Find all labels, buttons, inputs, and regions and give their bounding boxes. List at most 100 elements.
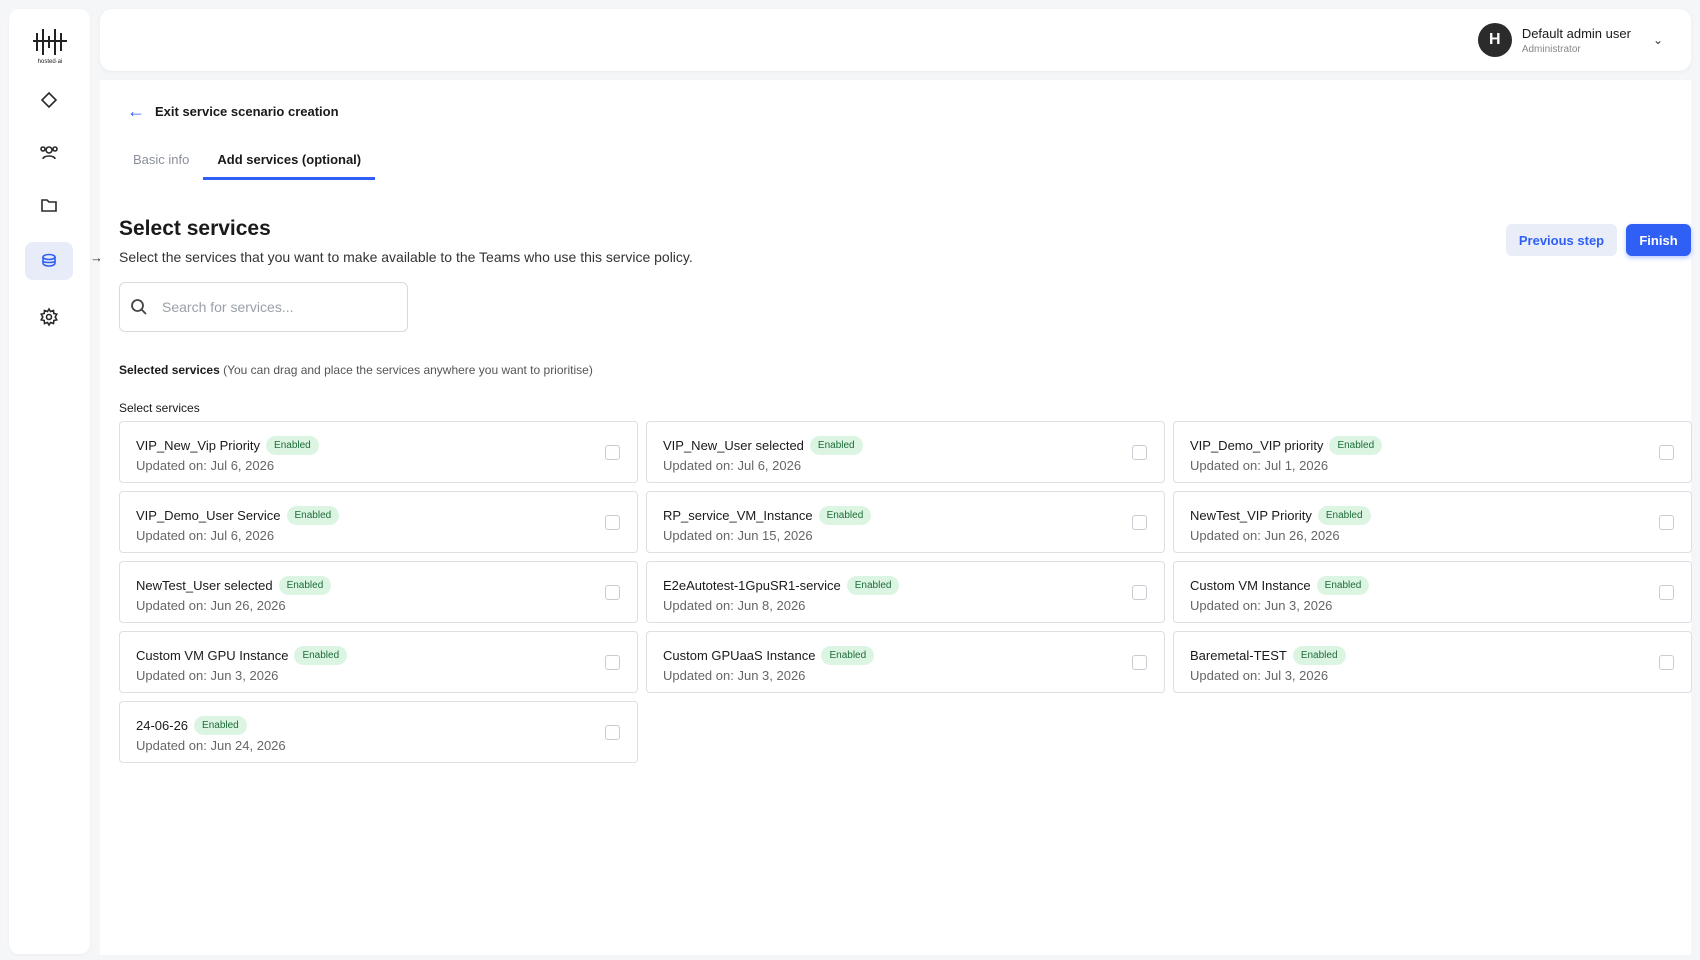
- updated-prefix: Updated on:: [1190, 458, 1261, 473]
- service-checkbox[interactable]: [1659, 445, 1674, 460]
- service-name-row: E2eAutotest-1GpuSR1-service Enabled: [663, 576, 1148, 595]
- updated-prefix: Updated on:: [663, 458, 734, 473]
- service-updated: Updated on: Jul 6, 2026: [663, 458, 1148, 473]
- service-updated: Updated on: Jun 24, 2026: [136, 738, 621, 753]
- service-checkbox[interactable]: [1132, 585, 1147, 600]
- gear-icon: [39, 307, 59, 327]
- avatar: H: [1477, 23, 1512, 57]
- service-name: VIP_Demo_VIP priority: [1190, 438, 1324, 453]
- status-badge: Enabled: [1316, 576, 1370, 595]
- service-checkbox[interactable]: [1659, 585, 1674, 600]
- service-name-row: VIP_New_User selected Enabled: [663, 436, 1148, 455]
- updated-prefix: Updated on:: [136, 598, 207, 613]
- select-services-label: Select services: [119, 401, 200, 415]
- service-checkbox[interactable]: [605, 585, 620, 600]
- service-card[interactable]: E2eAutotest-1GpuSR1-service Enabled Update…: [646, 561, 1165, 623]
- service-name: RP_service_VM_Instance: [663, 508, 813, 523]
- service-checkbox[interactable]: [605, 445, 620, 460]
- updated-date: Jun 3, 2026: [210, 668, 279, 683]
- service-card[interactable]: NewTest_User selected Enabled Updated on: …: [119, 561, 638, 623]
- status-badge: Enabled: [821, 646, 875, 665]
- status-badge: Enabled: [286, 506, 340, 525]
- status-badge: Enabled: [266, 436, 319, 455]
- updated-prefix: Updated on:: [663, 668, 734, 683]
- service-card[interactable]: VIP_Demo_User Service Enabled Updated on: …: [119, 491, 638, 553]
- service-checkbox[interactable]: [605, 655, 620, 670]
- service-card[interactable]: Baremetal-TEST Enabled Updated on: Jul 3, …: [1173, 631, 1692, 693]
- user-menu[interactable]: H Default admin user Administrator ⌄: [1477, 23, 1663, 57]
- service-checkbox[interactable]: [1659, 655, 1674, 670]
- service-card[interactable]: NewTest_VIP Priority Enabled Updated on: J…: [1173, 491, 1692, 553]
- chevron-down-icon[interactable]: ⌄: [1653, 33, 1663, 47]
- user-name: Default admin user: [1521, 25, 1631, 41]
- service-checkbox[interactable]: [1659, 515, 1674, 530]
- service-card[interactable]: Custom VM Instance Enabled Updated on: Jun…: [1173, 561, 1692, 623]
- tab-basic-info[interactable]: Basic info: [119, 152, 203, 180]
- sidebar: hosted·ai: [9, 9, 90, 954]
- nav-settings[interactable]: [25, 298, 73, 336]
- service-name: Custom VM Instance: [1190, 578, 1311, 593]
- service-card[interactable]: 24-06-26 Enabled Updated on: Jun 24, 2026: [119, 701, 638, 763]
- service-card[interactable]: VIP_Demo_VIP priority Enabled Updated on: …: [1173, 421, 1692, 483]
- status-badge: Enabled: [1329, 436, 1383, 455]
- service-updated: Updated on: Jun 3, 2026: [663, 668, 1148, 683]
- service-name-row: Custom VM Instance Enabled: [1190, 576, 1675, 595]
- service-checkbox[interactable]: [605, 725, 620, 740]
- logo-icon: [33, 29, 67, 55]
- updated-date: Jul 1, 2026: [1264, 458, 1329, 473]
- status-badge: Enabled: [294, 646, 348, 665]
- services-icon: [42, 253, 56, 267]
- nav-services[interactable]: [25, 242, 73, 280]
- selected-services-hint: (You can drag and place the services any…: [223, 363, 593, 377]
- service-updated: Updated on: Jul 3, 2026: [1190, 668, 1675, 683]
- service-card[interactable]: Custom VM GPU Instance Enabled Updated on:…: [119, 631, 638, 693]
- logo[interactable]: hosted·ai: [31, 27, 69, 73]
- tabs: Basic info Add services (optional): [119, 152, 376, 180]
- service-card[interactable]: VIP_New_User selected Enabled Updated on: …: [646, 421, 1165, 483]
- service-card[interactable]: VIP_New_Vip Priority Enabled Updated on: J…: [119, 421, 638, 483]
- service-updated: Updated on: Jul 6, 2026: [136, 458, 621, 473]
- service-checkbox[interactable]: [1132, 445, 1147, 460]
- nav-folder[interactable]: [25, 186, 73, 224]
- nav-teams[interactable]: [25, 133, 73, 171]
- previous-step-button[interactable]: Previous step: [1506, 224, 1617, 256]
- service-checkbox[interactable]: [1132, 515, 1147, 530]
- service-name: VIP_Demo_User Service: [136, 508, 281, 523]
- service-name: Baremetal-TEST: [1190, 648, 1287, 663]
- updated-date: Jul 6, 2026: [737, 458, 802, 473]
- service-checkbox[interactable]: [1132, 655, 1147, 670]
- search-icon: [131, 299, 147, 315]
- status-badge: Enabled: [278, 576, 332, 595]
- updated-date: Jul 3, 2026: [1264, 668, 1329, 683]
- service-name-row: VIP_New_Vip Priority Enabled: [136, 436, 621, 455]
- selected-services-title: Selected services: [119, 363, 220, 377]
- service-name-row: NewTest_VIP Priority Enabled: [1190, 506, 1675, 525]
- service-checkbox[interactable]: [605, 515, 620, 530]
- service-name-row: Custom VM GPU Instance Enabled: [136, 646, 621, 665]
- tab-add-services[interactable]: Add services (optional): [203, 152, 376, 180]
- services-grid: VIP_New_Vip Priority Enabled Updated on: J…: [119, 421, 1692, 763]
- service-card[interactable]: Custom GPUaaS Instance Enabled Updated on:…: [646, 631, 1165, 693]
- updated-prefix: Updated on:: [1190, 598, 1261, 613]
- service-card[interactable]: RP_service_VM_Instance Enabled Updated on:…: [646, 491, 1165, 553]
- service-updated: Updated on: Jun 3, 2026: [1190, 598, 1675, 613]
- service-updated: Updated on: Jun 15, 2026: [663, 528, 1148, 543]
- service-name: Custom GPUaaS Instance: [663, 648, 816, 663]
- nav-diamond[interactable]: [25, 81, 73, 119]
- service-name: 24-06-26: [136, 718, 189, 733]
- service-name-row: 24-06-26 Enabled: [136, 716, 621, 735]
- status-badge: Enabled: [1317, 506, 1371, 525]
- service-updated: Updated on: Jun 26, 2026: [1190, 528, 1675, 543]
- exit-link[interactable]: ← Exit service scenario creation: [127, 101, 339, 121]
- search-input[interactable]: [162, 299, 382, 315]
- updated-date: Jun 26, 2026: [210, 598, 286, 613]
- status-badge: Enabled: [846, 576, 900, 595]
- status-badge: Enabled: [809, 436, 863, 455]
- updated-prefix: Updated on:: [1190, 668, 1261, 683]
- finish-button[interactable]: Finish: [1626, 224, 1691, 256]
- exit-label: Exit service scenario creation: [155, 104, 339, 119]
- updated-prefix: Updated on:: [136, 528, 207, 543]
- service-name-row: RP_service_VM_Instance Enabled: [663, 506, 1148, 525]
- updated-prefix: Updated on:: [663, 598, 734, 613]
- arrow-left-icon: ←: [127, 101, 145, 121]
